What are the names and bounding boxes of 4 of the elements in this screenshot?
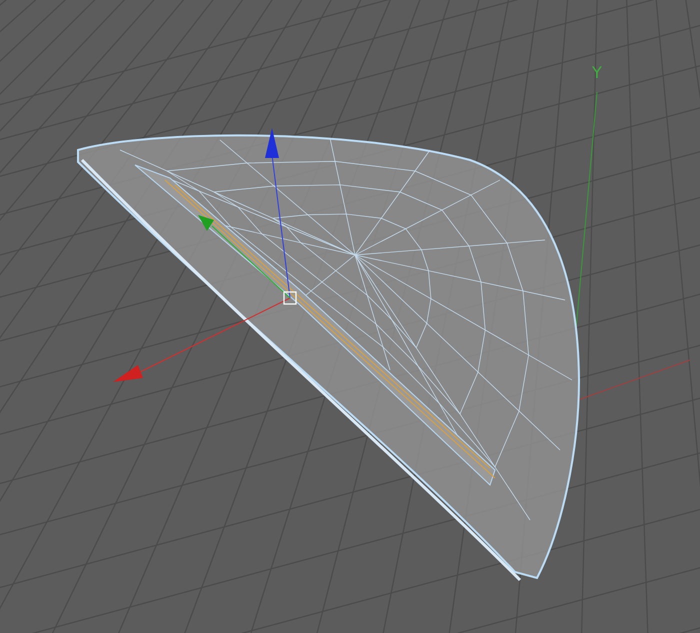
move-gizmo[interactable] — [113, 128, 297, 382]
mesh-drawing[interactable] — [77, 134, 580, 582]
viewport[interactable]: Y — [0, 0, 700, 633]
axis-label: Y — [592, 63, 602, 82]
